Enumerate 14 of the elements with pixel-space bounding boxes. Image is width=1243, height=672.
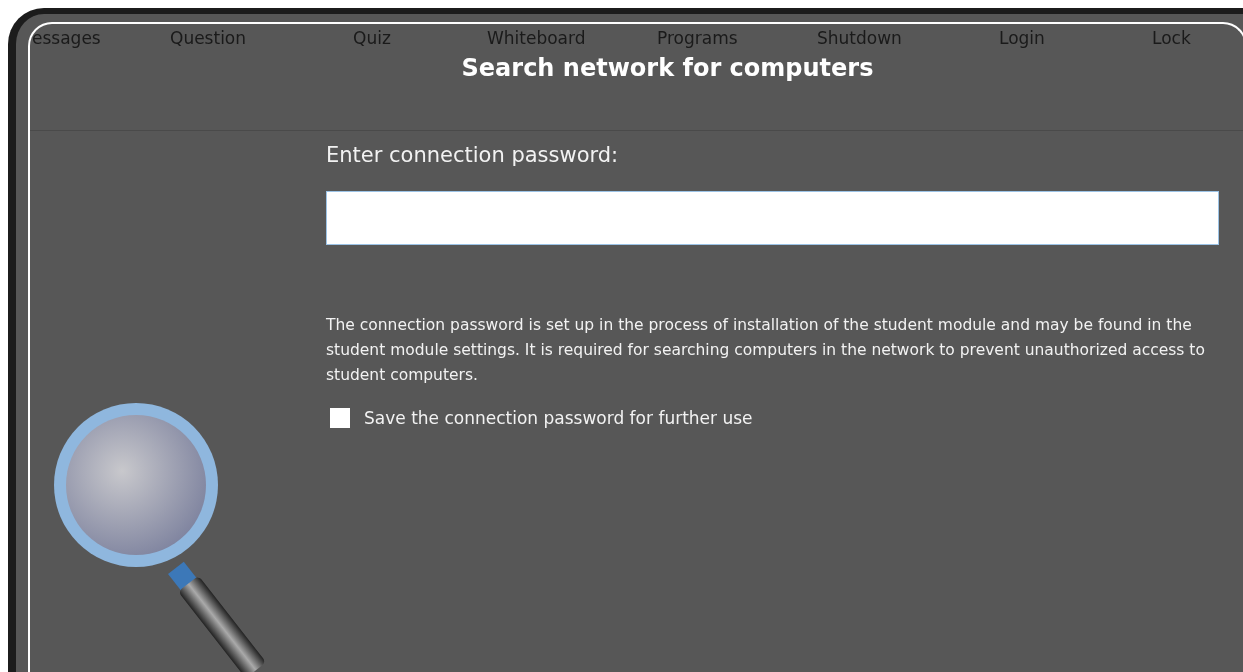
toolbar-label[interactable]: Quiz <box>353 28 487 48</box>
toolbar-label[interactable]: essages <box>32 28 170 48</box>
toolbar-label[interactable]: Login <box>999 28 1152 48</box>
password-field[interactable] <box>326 191 1219 245</box>
checkbox[interactable] <box>330 408 350 428</box>
toolbar-label[interactable]: Lock <box>1152 28 1243 48</box>
toolbar-label[interactable]: Whiteboard <box>487 28 657 48</box>
dialog-title: Search network for computers <box>461 54 874 82</box>
toolbar-label[interactable]: Shutdown <box>817 28 999 48</box>
toolbar-label[interactable]: Question <box>170 28 353 48</box>
password-label: Enter connection password: <box>326 143 620 167</box>
description-text: The connection password is set up in the process of installation of the student module and may be found in the student module settings. It is required for searching computers in the network to prevent unauthorized access to student computers. <box>326 315 1206 386</box>
checkbox-label: Save the connection password for further use <box>364 408 753 428</box>
toolbar-label[interactable]: Programs <box>657 28 817 48</box>
